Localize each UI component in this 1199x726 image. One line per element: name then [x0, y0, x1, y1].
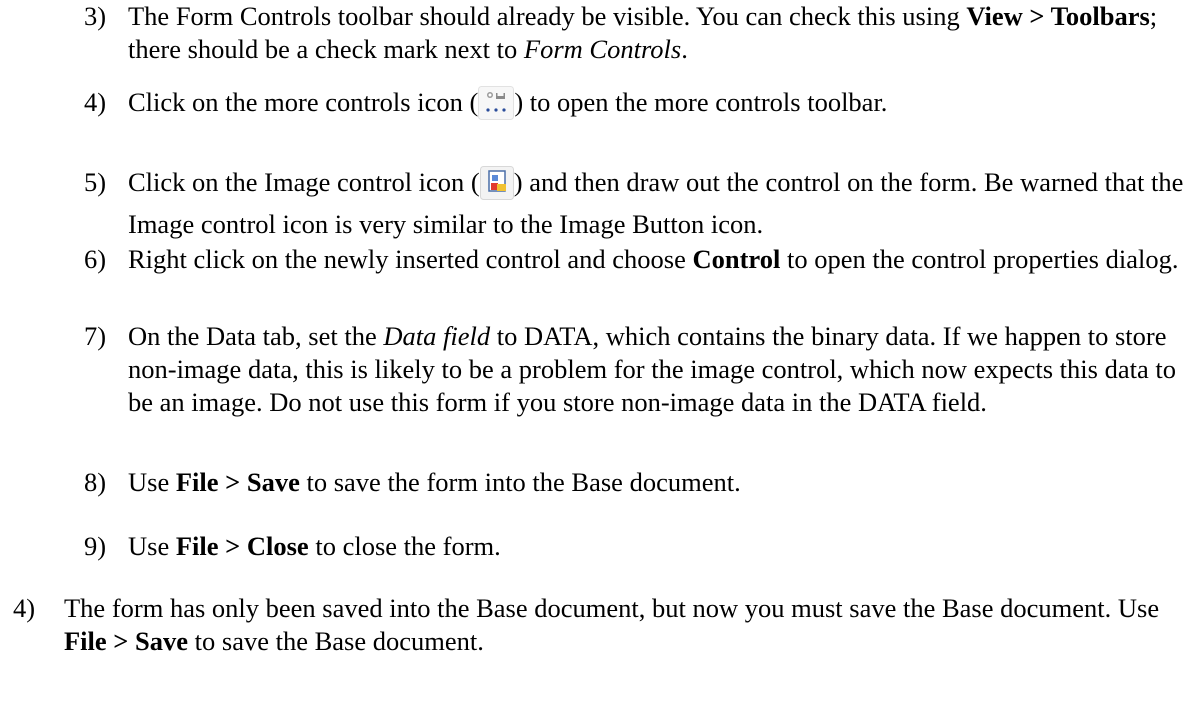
list-item: 5) Click on the Image control icon ( ) a… — [57, 166, 1187, 241]
list-number: 9) — [84, 531, 107, 561]
image-control-icon — [479, 166, 514, 208]
list-item: 6) Right click on the newly inserted con… — [57, 243, 1187, 276]
list-number: 4) — [13, 593, 36, 623]
menu-path: Control — [692, 244, 781, 274]
list-text: Click on the more controls icon ( ) to o… — [57, 86, 1187, 128]
menu-path: File > Save — [175, 467, 300, 497]
document-page: 3) The Form Controls toolbar should alre… — [0, 0, 1199, 726]
list-item: 8) Use File > Save to save the form into… — [57, 466, 1187, 499]
emphasis: Data field — [383, 321, 491, 351]
list-item: 7) On the Data tab, set the Data field t… — [57, 320, 1187, 419]
list-item: 4) Click on the more controls icon ( ) t… — [57, 86, 1187, 128]
list-item: 3) The Form Controls toolbar should alre… — [57, 0, 1187, 66]
list-text: Click on the Image control icon ( ) and … — [128, 166, 1184, 239]
list-item: 9) Use File > Close to close the form. — [57, 530, 1187, 563]
menu-path: File > Close — [175, 531, 309, 561]
list-item: 4) The form has only been saved into the… — [0, 592, 1190, 658]
list-text: Right click on the newly inserted contro… — [128, 244, 1179, 274]
list-number: 6) — [84, 244, 107, 274]
list-number: 5) — [84, 167, 107, 197]
list-text: Use File > Close to close the form. — [128, 531, 501, 561]
list-text: Use File > Save to save the form into th… — [128, 467, 741, 497]
emphasis: Form Controls — [523, 34, 682, 64]
menu-path: View > Toolbars — [966, 1, 1150, 31]
more-controls-icon — [478, 86, 515, 128]
menu-path: File > Save — [64, 626, 189, 656]
list-number: 7) — [84, 321, 107, 351]
list-text: The form has only been saved into the Ba… — [64, 593, 1160, 656]
list-number: 8) — [84, 467, 107, 497]
list-number: 4) — [84, 87, 107, 117]
list-text: The Form Controls toolbar should already… — [128, 1, 1158, 64]
list-number: 3) — [84, 1, 107, 31]
list-text: On the Data tab, set the Data field to D… — [128, 321, 1176, 417]
